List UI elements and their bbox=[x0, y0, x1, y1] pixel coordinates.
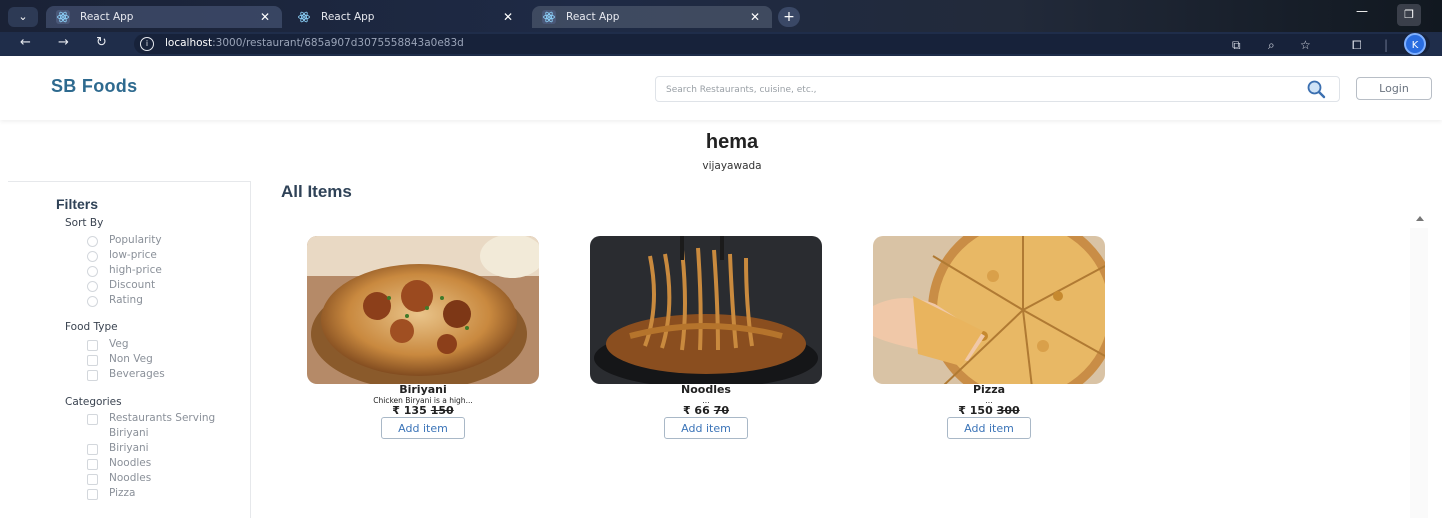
radio-button[interactable] bbox=[87, 251, 98, 262]
react-favicon-icon bbox=[56, 10, 70, 24]
item-original-price: 150 bbox=[430, 404, 454, 417]
browser-address-bar: ← → ↻ i localhost:3000/restaurant/685a90… bbox=[0, 32, 1442, 56]
url-text: localhost:3000/restaurant/685a907d307555… bbox=[165, 37, 464, 49]
browser-tab-3[interactable]: React App ✕ bbox=[532, 6, 772, 28]
url-field[interactable]: i localhost:3000/restaurant/685a907d3075… bbox=[134, 34, 1430, 54]
app-header: SB Foods Login bbox=[0, 56, 1442, 120]
tab-title: React App bbox=[321, 11, 375, 23]
item-name: Noodles bbox=[681, 383, 731, 396]
reload-icon[interactable]: ↻ bbox=[96, 35, 107, 50]
bookmark-star-icon[interactable]: ☆ bbox=[1300, 38, 1311, 52]
filters-title: Filters bbox=[56, 196, 99, 212]
item-price: ₹ 66 70 bbox=[682, 404, 730, 417]
react-favicon-icon bbox=[297, 10, 311, 24]
search-input[interactable] bbox=[656, 78, 1286, 102]
scrollbar-track[interactable] bbox=[1410, 228, 1428, 518]
site-logo[interactable]: SB Foods bbox=[51, 76, 137, 97]
toolbar-divider: | bbox=[1384, 38, 1389, 52]
restore-window-icon[interactable]: ❐ bbox=[1397, 4, 1421, 26]
radio-button[interactable] bbox=[87, 296, 98, 307]
checkbox[interactable] bbox=[87, 444, 98, 455]
minimize-icon[interactable]: — bbox=[1356, 4, 1368, 18]
checkbox[interactable] bbox=[87, 370, 98, 381]
login-button[interactable]: Login bbox=[1356, 77, 1432, 100]
tab-close-icon[interactable]: ✕ bbox=[260, 6, 270, 28]
add-item-button[interactable]: Add item bbox=[664, 417, 748, 439]
browser-tab-2[interactable]: React App ✕ bbox=[287, 6, 525, 28]
checkbox[interactable] bbox=[87, 474, 98, 485]
scroll-up-arrow-icon[interactable] bbox=[1416, 216, 1424, 221]
tab-close-icon[interactable]: ✕ bbox=[750, 6, 760, 28]
sort-by-title: Sort By bbox=[65, 217, 104, 229]
add-item-button[interactable]: Add item bbox=[381, 417, 465, 439]
new-tab-button[interactable]: + bbox=[778, 7, 800, 27]
item-name: Pizza bbox=[972, 383, 1006, 396]
browser-tab-bar: ⌄ React App ✕ React App ✕ React App ✕ + … bbox=[0, 0, 1442, 32]
browser-tab-1[interactable]: React App ✕ bbox=[46, 6, 282, 28]
item-card-pizza: Pizza ... ₹ 150 300 Add item bbox=[873, 236, 1105, 439]
tab-close-icon[interactable]: ✕ bbox=[503, 6, 513, 28]
checkbox[interactable] bbox=[87, 459, 98, 470]
pizza-image bbox=[873, 236, 1105, 384]
tab-search-button[interactable]: ⌄ bbox=[8, 7, 38, 27]
search-bar bbox=[655, 76, 1340, 102]
categories-title: Categories bbox=[65, 396, 122, 408]
all-items-title: All Items bbox=[281, 182, 352, 201]
item-price: ₹ 150 300 bbox=[958, 404, 1020, 417]
item-card-biriyani: Biriyani Chicken Biryani is a high... ₹ … bbox=[307, 236, 539, 439]
radio-button[interactable] bbox=[87, 236, 98, 247]
checkbox[interactable] bbox=[87, 355, 98, 366]
noodles-image bbox=[590, 236, 822, 384]
site-info-icon[interactable]: i bbox=[140, 37, 154, 51]
extensions-icon[interactable]: ⧠ bbox=[1352, 38, 1362, 53]
search-icon[interactable] bbox=[1306, 79, 1326, 99]
tab-title: React App bbox=[80, 11, 134, 23]
item-original-price: 70 bbox=[713, 404, 730, 417]
restaurant-name: hema bbox=[705, 131, 759, 153]
checkbox[interactable] bbox=[87, 414, 98, 425]
tab-title: React App bbox=[566, 11, 620, 23]
zoom-icon[interactable]: ⌕ bbox=[1268, 38, 1275, 53]
profile-avatar[interactable]: K bbox=[1404, 33, 1426, 55]
back-arrow-icon[interactable]: ← bbox=[20, 35, 31, 50]
biriyani-image bbox=[307, 236, 539, 384]
item-price: ₹ 135 150 bbox=[392, 404, 454, 417]
react-favicon-icon bbox=[542, 10, 556, 24]
item-card-noodles: Noodles ... ₹ 66 70 Add item bbox=[590, 236, 822, 439]
radio-button[interactable] bbox=[87, 266, 98, 277]
cast-icon[interactable]: ⧉ bbox=[1232, 38, 1241, 53]
checkbox[interactable] bbox=[87, 489, 98, 500]
item-name: Biriyani bbox=[399, 383, 447, 396]
checkbox[interactable] bbox=[87, 340, 98, 351]
food-type-title: Food Type bbox=[65, 321, 118, 333]
forward-arrow-icon[interactable]: → bbox=[58, 35, 69, 50]
add-item-button[interactable]: Add item bbox=[947, 417, 1031, 439]
item-original-price: 300 bbox=[996, 404, 1020, 417]
radio-button[interactable] bbox=[87, 281, 98, 292]
restaurant-city: vijayawada bbox=[702, 160, 762, 172]
